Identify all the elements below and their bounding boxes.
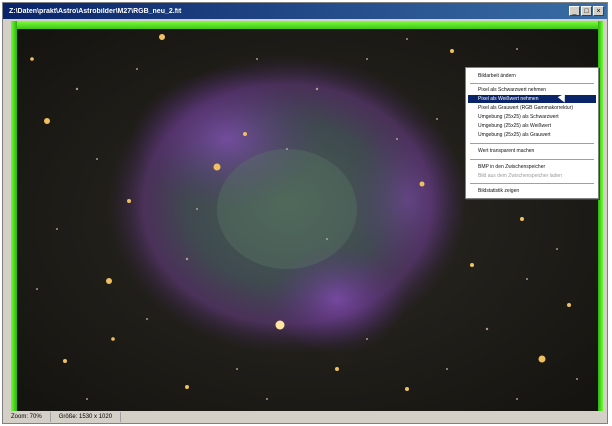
image-size-readout: Größe: 1530 x 1020 (51, 412, 122, 422)
menu-item-bild-laden: Bild aus dem Zwischenspeicher laden (478, 173, 562, 179)
image-viewer-window: Z:\Daten\prakt\Astro\Astrobilder\M27\RGB… (2, 2, 608, 424)
menu-separator (470, 143, 594, 144)
menu-item-umgebung-schwarzwert[interactable]: Umgebung (25x25) als Schwarzwert (468, 113, 596, 121)
menu-item-umgebung-weisswert[interactable]: Umgebung (25x25) als Weißwert (468, 122, 596, 130)
close-button[interactable]: × (593, 6, 604, 16)
menu-separator (470, 83, 594, 84)
menu-item-pixel-schwarzwert[interactable]: Pixel als Schwarzwert nehmen (468, 86, 596, 94)
context-menu: Bildarbeit ändern Pixel als Schwarzwert … (465, 67, 599, 199)
maximize-button[interactable]: □ (581, 6, 592, 16)
green-border-top (11, 21, 603, 29)
menu-item-bmp-zwischenspeicher[interactable]: BMP in den Zwischenspeicher (468, 163, 596, 171)
menu-item-wert-transparent[interactable]: Wert transparent machen (468, 147, 596, 155)
status-bar: Zoom: 70% Größe: 1530 x 1020 (3, 411, 607, 423)
menu-item-pixel-grauwert[interactable]: Pixel als Grauwert (RGB Gammakorrektur) (468, 104, 596, 112)
menu-item-bildstatistik[interactable]: Bildstatistik zeigen (468, 187, 596, 195)
menu-item-pixel-weisswert[interactable]: Pixel als Weißwert nehmen (468, 95, 596, 103)
menu-item-bildarbeit-aendern[interactable]: Bildarbeit ändern (468, 72, 596, 80)
zoom-readout: Zoom: 70% (3, 412, 51, 422)
menu-item-umgebung-grauwert[interactable]: Umgebung (25x25) als Grauwert (468, 131, 596, 139)
minimize-button[interactable]: _ (569, 6, 580, 16)
menu-separator (470, 159, 594, 160)
title-bar[interactable]: Z:\Daten\prakt\Astro\Astrobilder\M27\RGB… (3, 3, 607, 19)
menu-separator (470, 183, 594, 184)
window-controls: _ □ × (569, 6, 604, 16)
window-title: Z:\Daten\prakt\Astro\Astrobilder\M27\RGB… (9, 7, 182, 15)
